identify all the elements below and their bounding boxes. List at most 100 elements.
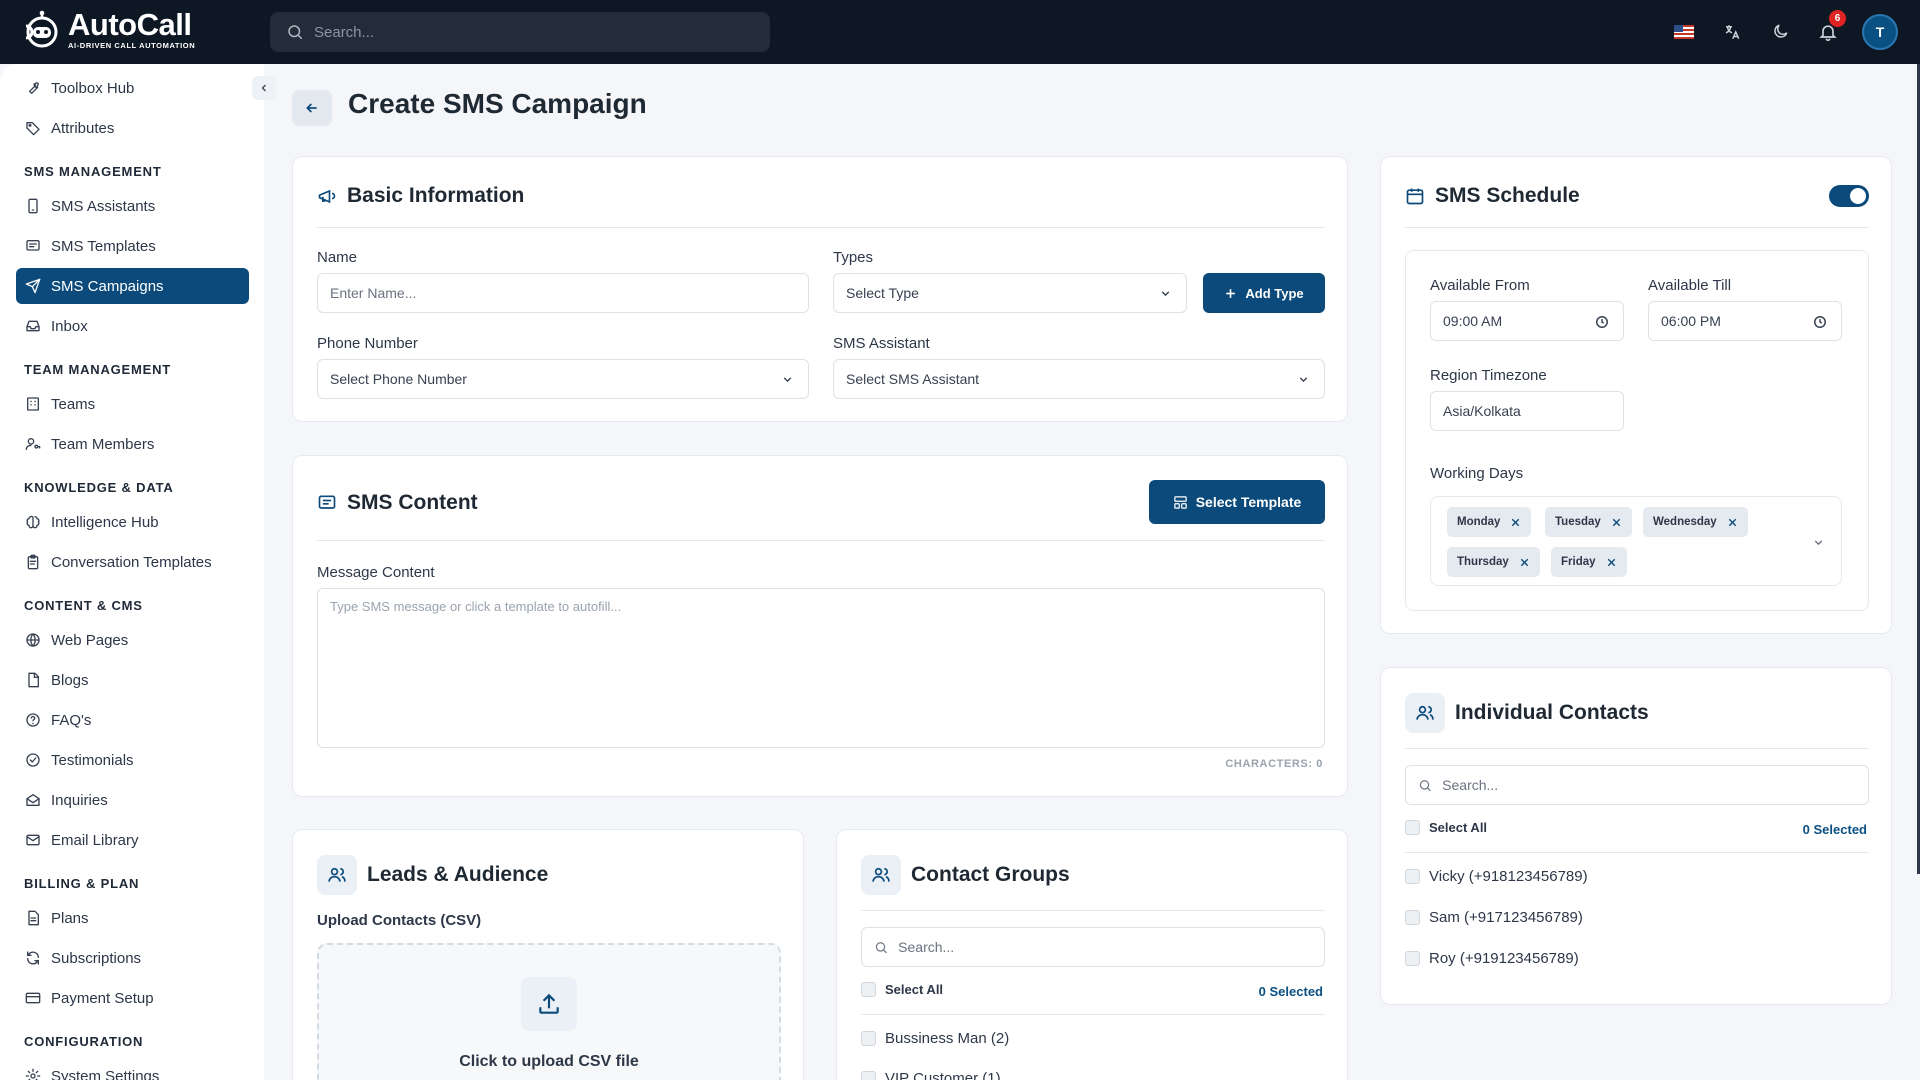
notifications-button[interactable]: 6 xyxy=(1804,0,1852,64)
contact-groups-card: Contact Groups Select All 0 Selected Bus… xyxy=(836,829,1348,1080)
individual-contacts-card: Individual Contacts Select All 0 Selecte… xyxy=(1380,667,1892,1005)
name-field[interactable] xyxy=(317,273,809,313)
list-item[interactable]: Roy (+919123456789) xyxy=(1405,950,1579,967)
tag-icon xyxy=(26,122,40,136)
list-item-checkbox[interactable] xyxy=(1405,910,1420,925)
sidebar-item-sms-assistants[interactable]: SMS Assistants xyxy=(16,188,249,224)
sidebar-item-teams[interactable]: Teams xyxy=(16,386,249,422)
schedule-enabled-toggle[interactable] xyxy=(1829,185,1869,207)
close-icon[interactable] xyxy=(1606,557,1617,568)
sidebar-item-payment-setup[interactable]: Payment Setup xyxy=(16,980,249,1016)
upload-icon xyxy=(539,993,559,1014)
sidebar-item-testimonials[interactable]: Testimonials xyxy=(16,742,249,778)
global-search-input[interactable] xyxy=(314,23,714,41)
search-icon xyxy=(1419,779,1431,791)
list-item[interactable]: VIP Customer (1) xyxy=(861,1070,1001,1080)
sidebar-item-team-members[interactable]: Team Members xyxy=(16,426,249,462)
sidebar-item-sms-campaigns[interactable]: SMS Campaigns xyxy=(16,268,249,304)
moon-icon xyxy=(1774,24,1788,38)
sidebar-item-sms-templates[interactable]: SMS Templates xyxy=(16,228,249,264)
list-item-checkbox[interactable] xyxy=(861,1031,876,1046)
translate-icon xyxy=(1725,25,1740,40)
select-template-button[interactable]: Select Template xyxy=(1149,480,1325,524)
sms-assistant-label: SMS Assistant xyxy=(833,335,930,352)
wrench-icon xyxy=(28,82,39,94)
list-item[interactable]: Bussiness Man (2) xyxy=(861,1030,1009,1047)
sidebar-item-label: Attributes xyxy=(51,119,115,137)
sms-content-header: SMS Content xyxy=(317,491,478,515)
list-item[interactable]: Sam (+917123456789) xyxy=(1405,909,1583,926)
translate-button[interactable] xyxy=(1708,0,1756,64)
theme-toggle[interactable] xyxy=(1756,0,1804,64)
sidebar-item-subscriptions[interactable]: Subscriptions xyxy=(16,940,249,976)
select-template-label: Select Template xyxy=(1195,494,1302,510)
close-icon[interactable] xyxy=(1510,517,1521,528)
sms-assistant-select-value: Select SMS Assistant xyxy=(846,371,980,387)
sidebar-item-attributes[interactable]: Attributes xyxy=(16,110,249,146)
sidebar-item-inbox[interactable]: Inbox xyxy=(16,308,249,344)
contact-groups-search-input[interactable] xyxy=(898,939,1312,955)
sidebar-item-web-pages[interactable]: Web Pages xyxy=(16,622,249,658)
mail-icon xyxy=(26,834,40,846)
sidebar-item-label: SMS Templates xyxy=(51,237,156,255)
message-content-field[interactable] xyxy=(317,588,1325,748)
available-till-field[interactable]: 06:00 PM xyxy=(1648,301,1842,341)
search-icon xyxy=(875,941,887,953)
list-item[interactable]: Vicky (+918123456789) xyxy=(1405,868,1588,885)
close-icon[interactable] xyxy=(1611,517,1622,528)
contact-groups-select-all[interactable]: Select All xyxy=(861,982,943,997)
sidebar-section-content-cms: CONTENT & CMS xyxy=(24,598,143,613)
select-all-checkbox[interactable] xyxy=(861,982,876,997)
individual-contacts-search-input[interactable] xyxy=(1442,777,1856,793)
clipboard-icon xyxy=(27,554,39,570)
csv-upload-dropzone[interactable]: Click to upload CSV file xyxy=(317,943,781,1080)
name-input[interactable] xyxy=(330,285,796,301)
individual-contacts-select-all[interactable]: Select All xyxy=(1405,820,1487,835)
credit-card-icon xyxy=(25,992,41,1004)
add-type-button[interactable]: Add Type xyxy=(1203,273,1325,313)
close-icon[interactable] xyxy=(1519,557,1530,568)
message-content-textarea[interactable] xyxy=(330,599,1312,737)
inbox-icon xyxy=(26,320,40,332)
individual-contacts-search[interactable] xyxy=(1405,765,1869,805)
app-logo[interactable]: AutoCall AI-DRIVEN CALL AUTOMATION xyxy=(22,9,195,50)
sidebar-item-label: Inquiries xyxy=(51,791,108,809)
sidebar-item-label: FAQ's xyxy=(51,711,92,729)
types-select[interactable]: Select Type xyxy=(833,273,1187,313)
sms-assistant-select[interactable]: Select SMS Assistant xyxy=(833,359,1325,399)
phone-number-select[interactable]: Select Phone Number xyxy=(317,359,809,399)
sidebar-item-inquiries[interactable]: Inquiries xyxy=(16,782,249,818)
sidebar-item-label: SMS Campaigns xyxy=(51,277,164,295)
contact-groups-search[interactable] xyxy=(861,927,1325,967)
available-from-field[interactable]: 09:00 AM xyxy=(1430,301,1624,341)
basic-information-card: Basic Information Name Types Select Type… xyxy=(292,156,1348,422)
region-timezone-field[interactable]: Asia/Kolkata xyxy=(1430,391,1624,431)
sidebar-section-configuration: CONFIGURATION xyxy=(24,1034,144,1049)
back-button[interactable] xyxy=(292,90,332,126)
language-selector[interactable] xyxy=(1660,0,1708,64)
character-count: CHARACTERS: 0 xyxy=(1225,758,1323,770)
working-days-multiselect[interactable]: Monday Tuesday Wednesday Thursday Friday xyxy=(1430,496,1842,586)
sidebar-item-plans[interactable]: Plans xyxy=(16,900,249,936)
global-search[interactable] xyxy=(270,12,770,52)
sidebar-item-conversation-templates[interactable]: Conversation Templates xyxy=(16,544,249,580)
list-item-checkbox[interactable] xyxy=(1405,869,1420,884)
sidebar-item-email-library[interactable]: Email Library xyxy=(16,822,249,858)
sidebar-item-faq-s[interactable]: FAQ's xyxy=(16,702,249,738)
available-from-value: 09:00 AM xyxy=(1443,313,1503,329)
list-item-checkbox[interactable] xyxy=(861,1071,876,1080)
sidebar-collapse-button[interactable] xyxy=(252,76,276,100)
sidebar-item-toolbox-hub[interactable]: Toolbox Hub xyxy=(16,70,249,106)
chevron-down-icon[interactable] xyxy=(1812,536,1825,549)
close-icon[interactable] xyxy=(1727,517,1738,528)
sidebar-item-intelligence-hub[interactable]: Intelligence Hub xyxy=(16,504,249,540)
user-avatar[interactable]: T xyxy=(1862,14,1898,50)
sidebar-item-blogs[interactable]: Blogs xyxy=(16,662,249,698)
sidebar-section-team-management: TEAM MANAGEMENT xyxy=(24,362,172,377)
sidebar-section-knowledge-data: KNOWLEDGE & DATA xyxy=(24,480,174,495)
robot-logo-icon xyxy=(25,10,58,48)
sidebar-item-system-settings[interactable]: System Settings xyxy=(16,1058,249,1080)
types-select-value: Select Type xyxy=(846,285,919,301)
list-item-checkbox[interactable] xyxy=(1405,951,1420,966)
select-all-checkbox[interactable] xyxy=(1405,820,1420,835)
